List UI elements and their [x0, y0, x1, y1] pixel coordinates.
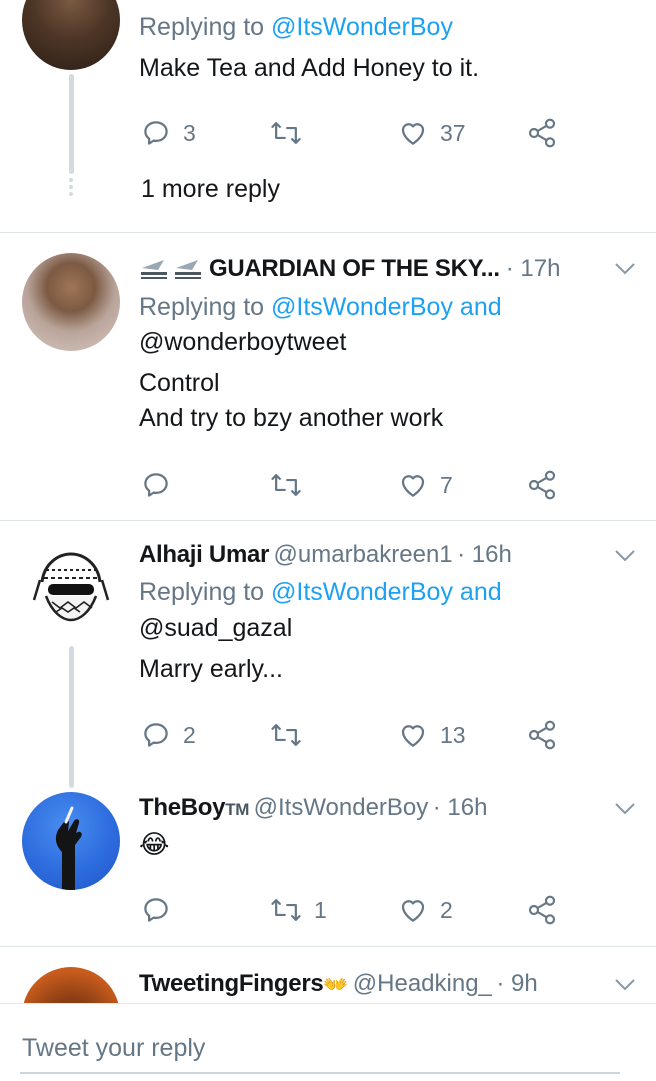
timestamp: · 16h: [457, 541, 512, 568]
mention-link[interactable]: @ItsWonderBoy and: [271, 578, 502, 606]
trademark-label: TM: [225, 800, 250, 819]
display-name: TweetingFingers: [139, 970, 324, 997]
tweet-peek: TweetingFingers👐 @Headking_ · 9h: [0, 947, 656, 1003]
thread-line: [69, 74, 74, 174]
reply-button[interactable]: 3: [141, 118, 196, 148]
chevron-down-icon[interactable]: [614, 549, 636, 568]
hand-silhouette-illustration: [55, 806, 82, 890]
replying-prefix: Replying to: [139, 13, 265, 41]
share-icon: [526, 719, 558, 751]
avatar[interactable]: [22, 792, 120, 890]
avatar[interactable]: [22, 253, 120, 351]
chevron-down-icon[interactable]: [614, 802, 636, 821]
tweet-text: Make Tea and Add Honey to it.: [139, 54, 480, 82]
like-button[interactable]: 2: [398, 895, 453, 925]
thread-dots: [69, 178, 74, 196]
user-header[interactable]: TweetingFingers👐 @Headking_ · 9h: [139, 970, 538, 998]
display-name: GUARDIAN OF THE SKY...: [209, 255, 500, 282]
mention-link[interactable]: @suad_gazal: [139, 611, 292, 646]
retweet-icon: [270, 720, 302, 750]
more-replies-link[interactable]: 1 more reply: [141, 172, 280, 207]
mention-link[interactable]: @ItsWonderBoy and: [271, 293, 502, 321]
avatar[interactable]: [22, 0, 120, 70]
reply-composer: [0, 1003, 656, 1081]
share-button[interactable]: [526, 117, 558, 149]
user-handle: @umarbakreen1: [273, 541, 453, 568]
reply-icon: [141, 118, 171, 148]
replying-to: Replying to @ItsWonderBoy and: [139, 290, 502, 325]
like-count: 37: [440, 119, 466, 146]
tweet-reply-input[interactable]: [20, 1024, 620, 1074]
share-icon: [526, 117, 558, 149]
tweet-text: Control: [139, 369, 220, 397]
thread-line: [69, 646, 74, 788]
reply-count: 2: [183, 721, 196, 748]
reply-icon: [141, 895, 171, 925]
user-handle: @Headking_: [352, 970, 492, 997]
masked-face-illustration: [32, 552, 110, 622]
share-button[interactable]: [526, 894, 558, 926]
retweet-count: 1: [314, 896, 327, 923]
reply-button[interactable]: [141, 895, 171, 925]
heart-icon: [398, 470, 428, 500]
display-name: Alhaji Umar: [139, 541, 270, 568]
reply-icon: [141, 720, 171, 750]
user-header[interactable]: Alhaji Umar @umarbakreen1 · 16h: [139, 541, 512, 569]
heart-icon: [398, 720, 428, 750]
divider: [0, 232, 656, 233]
reply-icon: [141, 470, 171, 500]
mention-link[interactable]: @wonderboytweet: [139, 325, 346, 360]
tweet-text: Marry early...: [139, 655, 283, 683]
tweet-text: 😂: [139, 829, 170, 859]
retweet-icon: [270, 470, 302, 500]
user-handle: @ItsWonderBoy: [253, 794, 429, 821]
like-count: 13: [440, 721, 466, 748]
divider: [0, 520, 656, 521]
reply-button[interactable]: [141, 470, 171, 500]
like-button[interactable]: 37: [398, 118, 466, 148]
user-header[interactable]: TheBoyTM @ItsWonderBoy · 16h: [139, 794, 487, 822]
chevron-down-icon[interactable]: [614, 262, 636, 281]
replying-prefix: Replying to: [139, 293, 265, 321]
airplane-emoji-icon: [139, 256, 203, 282]
retweet-button[interactable]: [270, 720, 302, 750]
share-button[interactable]: [526, 469, 558, 501]
like-button[interactable]: 13: [398, 720, 466, 750]
heart-icon: [398, 118, 428, 148]
replying-to: Replying to @ItsWonderBoy and: [139, 575, 502, 610]
retweet-button[interactable]: [270, 118, 302, 148]
reply-button[interactable]: 2: [141, 720, 196, 750]
mention-link[interactable]: @ItsWonderBoy: [271, 13, 453, 41]
display-name: TheBoy: [139, 794, 226, 821]
timestamp: · 9h: [496, 970, 538, 997]
like-count: 2: [440, 896, 453, 923]
retweet-icon: [270, 118, 302, 148]
tweet-text: And try to bzy another work: [139, 404, 444, 432]
like-count: 7: [440, 471, 453, 498]
like-button[interactable]: 7: [398, 470, 453, 500]
user-header[interactable]: GUARDIAN OF THE SKY... · 17h: [139, 255, 560, 283]
share-button[interactable]: [526, 719, 558, 751]
replying-to: Replying to @ItsWonderBoy: [139, 10, 453, 45]
share-icon: [526, 469, 558, 501]
share-icon: [526, 894, 558, 926]
timestamp: · 16h: [432, 794, 488, 821]
retweet-icon: [270, 895, 302, 925]
avatar[interactable]: [22, 540, 120, 638]
open-hands-emoji: 👐: [323, 974, 349, 996]
chevron-down-icon[interactable]: [614, 978, 636, 997]
retweet-button[interactable]: 1: [270, 895, 327, 925]
timestamp: · 17h: [505, 255, 561, 282]
replying-prefix: Replying to: [139, 578, 265, 606]
retweet-button[interactable]: [270, 470, 302, 500]
avatar[interactable]: [22, 967, 120, 1003]
reply-count: 3: [183, 119, 196, 146]
heart-icon: [398, 895, 428, 925]
